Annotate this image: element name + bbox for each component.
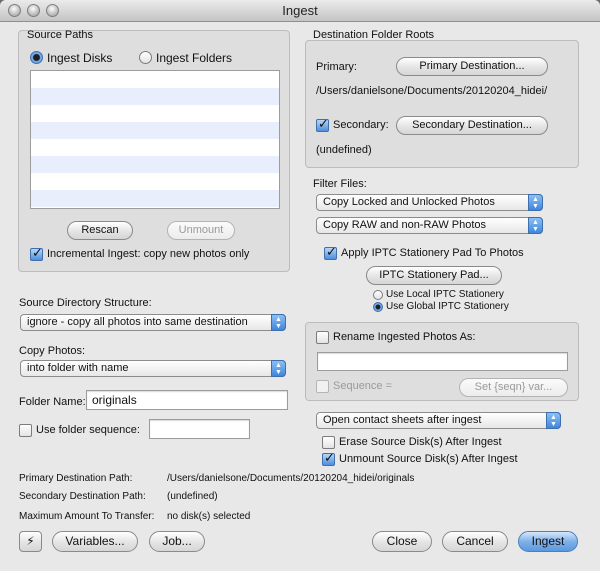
title-bar: Ingest <box>0 0 600 22</box>
list-item[interactable] <box>31 88 279 105</box>
iptc-stationery-pad-button[interactable]: IPTC Stationery Pad... <box>366 266 502 285</box>
locked-filter-select[interactable]: Copy Locked and Unlocked Photos ▲ ▼ <box>316 194 543 211</box>
ingest-disks-radio[interactable] <box>30 51 43 64</box>
apply-iptc-checkbox[interactable] <box>324 245 337 260</box>
updown-arrows-icon: ▲ ▼ <box>528 194 543 211</box>
close-button[interactable]: Close <box>372 531 432 552</box>
unmount-button[interactable]: Unmount <box>167 221 235 240</box>
source-paths-title: Source Paths <box>27 29 94 41</box>
cancel-button[interactable]: Cancel <box>442 531 508 552</box>
primary-destination-path-label: Primary Destination Path: <box>19 473 133 484</box>
updown-arrows-icon: ▲ ▼ <box>528 217 543 234</box>
zoom-window-icon[interactable] <box>46 4 59 17</box>
rescan-button[interactable]: Rescan <box>67 221 133 240</box>
folder-name-field[interactable]: originals <box>86 390 288 410</box>
source-structure-value: ignore - copy all photos into same desti… <box>27 316 248 328</box>
secondary-destination-path-label: Secondary Destination Path: <box>19 491 146 502</box>
max-transfer-value: no disk(s) selected <box>167 511 251 522</box>
variables-button[interactable]: Variables... <box>52 531 138 552</box>
list-item[interactable] <box>31 156 279 173</box>
use-folder-sequence-label: Use folder sequence: <box>36 424 140 436</box>
source-disks-list[interactable] <box>30 70 280 209</box>
secondary-destination-value: (undefined) <box>316 144 372 156</box>
folder-name-value: originals <box>92 393 137 407</box>
source-structure-select[interactable]: ignore - copy all photos into same desti… <box>20 314 286 331</box>
source-structure-label: Source Directory Structure: <box>19 297 152 309</box>
primary-label: Primary: <box>316 61 357 73</box>
use-folder-sequence-checkbox[interactable] <box>19 424 32 437</box>
list-item[interactable] <box>31 71 279 88</box>
ingest-folders-radio[interactable] <box>139 51 152 64</box>
primary-destination-button[interactable]: Primary Destination... <box>396 57 548 76</box>
list-item[interactable] <box>31 122 279 139</box>
minimize-window-icon[interactable] <box>27 4 40 17</box>
locked-filter-value: Copy Locked and Unlocked Photos <box>323 196 495 208</box>
filter-files-label: Filter Files: <box>313 178 367 190</box>
destination-panel: Destination Folder Roots Primary: Primar… <box>305 29 579 168</box>
rename-panel: Rename Ingested Photos As: Sequence = Se… <box>305 322 579 401</box>
use-global-iptc-radio[interactable] <box>373 302 383 312</box>
copy-photos-value: into folder with name <box>27 362 129 374</box>
ingest-window: Ingest Source Paths Ingest Disks Ingest … <box>0 0 600 571</box>
folder-sequence-field[interactable] <box>149 419 250 439</box>
copy-photos-label: Copy Photos: <box>19 345 86 357</box>
list-item[interactable] <box>31 190 279 207</box>
erase-source-checkbox[interactable] <box>322 436 335 449</box>
raw-filter-value: Copy RAW and non-RAW Photos <box>323 219 487 231</box>
contact-sheets-value: Open contact sheets after ingest <box>323 414 482 426</box>
secondary-checkbox[interactable] <box>316 117 329 132</box>
set-seqn-var-button[interactable]: Set {seqn} var... <box>459 378 568 397</box>
list-item[interactable] <box>31 139 279 156</box>
use-global-iptc-label: Use Global IPTC Stationery <box>386 301 509 312</box>
copy-photos-select[interactable]: into folder with name ▲ ▼ <box>20 360 286 377</box>
max-transfer-label: Maximum Amount To Transfer: <box>19 511 155 522</box>
ingest-folders-label: Ingest Folders <box>156 51 233 65</box>
secondary-destination-button[interactable]: Secondary Destination... <box>396 116 548 135</box>
job-button[interactable]: Job... <box>149 531 205 552</box>
secondary-label: Secondary: <box>333 119 389 131</box>
ingest-button[interactable]: Ingest <box>518 531 578 552</box>
incremental-ingest-checkbox[interactable] <box>30 246 43 261</box>
unmount-source-checkbox[interactable] <box>322 451 335 466</box>
list-item[interactable] <box>31 207 279 208</box>
ingest-disks-label: Ingest Disks <box>47 51 113 65</box>
primary-destination-path-value: /Users/danielsone/Documents/20120204_hid… <box>167 473 415 484</box>
apply-iptc-label: Apply IPTC Stationery Pad To Photos <box>341 247 524 259</box>
unmount-source-label: Unmount Source Disk(s) After Ingest <box>339 453 518 465</box>
rename-label: Rename Ingested Photos As: <box>333 331 476 343</box>
rename-field[interactable] <box>317 352 568 371</box>
updown-arrows-icon: ▲ ▼ <box>271 360 286 377</box>
use-local-iptc-label: Use Local IPTC Stationery <box>386 289 504 300</box>
window-title: Ingest <box>282 3 318 18</box>
updown-arrows-icon: ▲ ▼ <box>271 314 286 331</box>
raw-filter-select[interactable]: Copy RAW and non-RAW Photos ▲ ▼ <box>316 217 543 234</box>
primary-destination-path: /Users/danielsone/Documents/20120204_hid… <box>316 85 548 97</box>
destination-title: Destination Folder Roots <box>313 29 435 41</box>
contact-sheets-select[interactable]: Open contact sheets after ingest ▲ ▼ <box>316 412 561 429</box>
list-item[interactable] <box>31 105 279 122</box>
bolt-icon[interactable]: ⚡ <box>19 531 42 552</box>
sequence-label: Sequence = <box>333 380 393 392</box>
list-item[interactable] <box>31 173 279 190</box>
close-window-icon[interactable] <box>8 4 21 17</box>
sequence-checkbox[interactable] <box>316 380 329 393</box>
folder-name-label: Folder Name: <box>19 396 86 408</box>
secondary-destination-path-value: (undefined) <box>167 491 218 502</box>
use-local-iptc-radio[interactable] <box>373 290 383 300</box>
incremental-ingest-label: Incremental Ingest: copy new photos only <box>47 248 250 260</box>
erase-source-label: Erase Source Disk(s) After Ingest <box>339 436 502 448</box>
rename-checkbox[interactable] <box>316 331 329 344</box>
source-paths-panel: Source Paths Ingest Disks Ingest Folders… <box>18 29 290 272</box>
updown-arrows-icon: ▲ ▼ <box>546 412 561 429</box>
